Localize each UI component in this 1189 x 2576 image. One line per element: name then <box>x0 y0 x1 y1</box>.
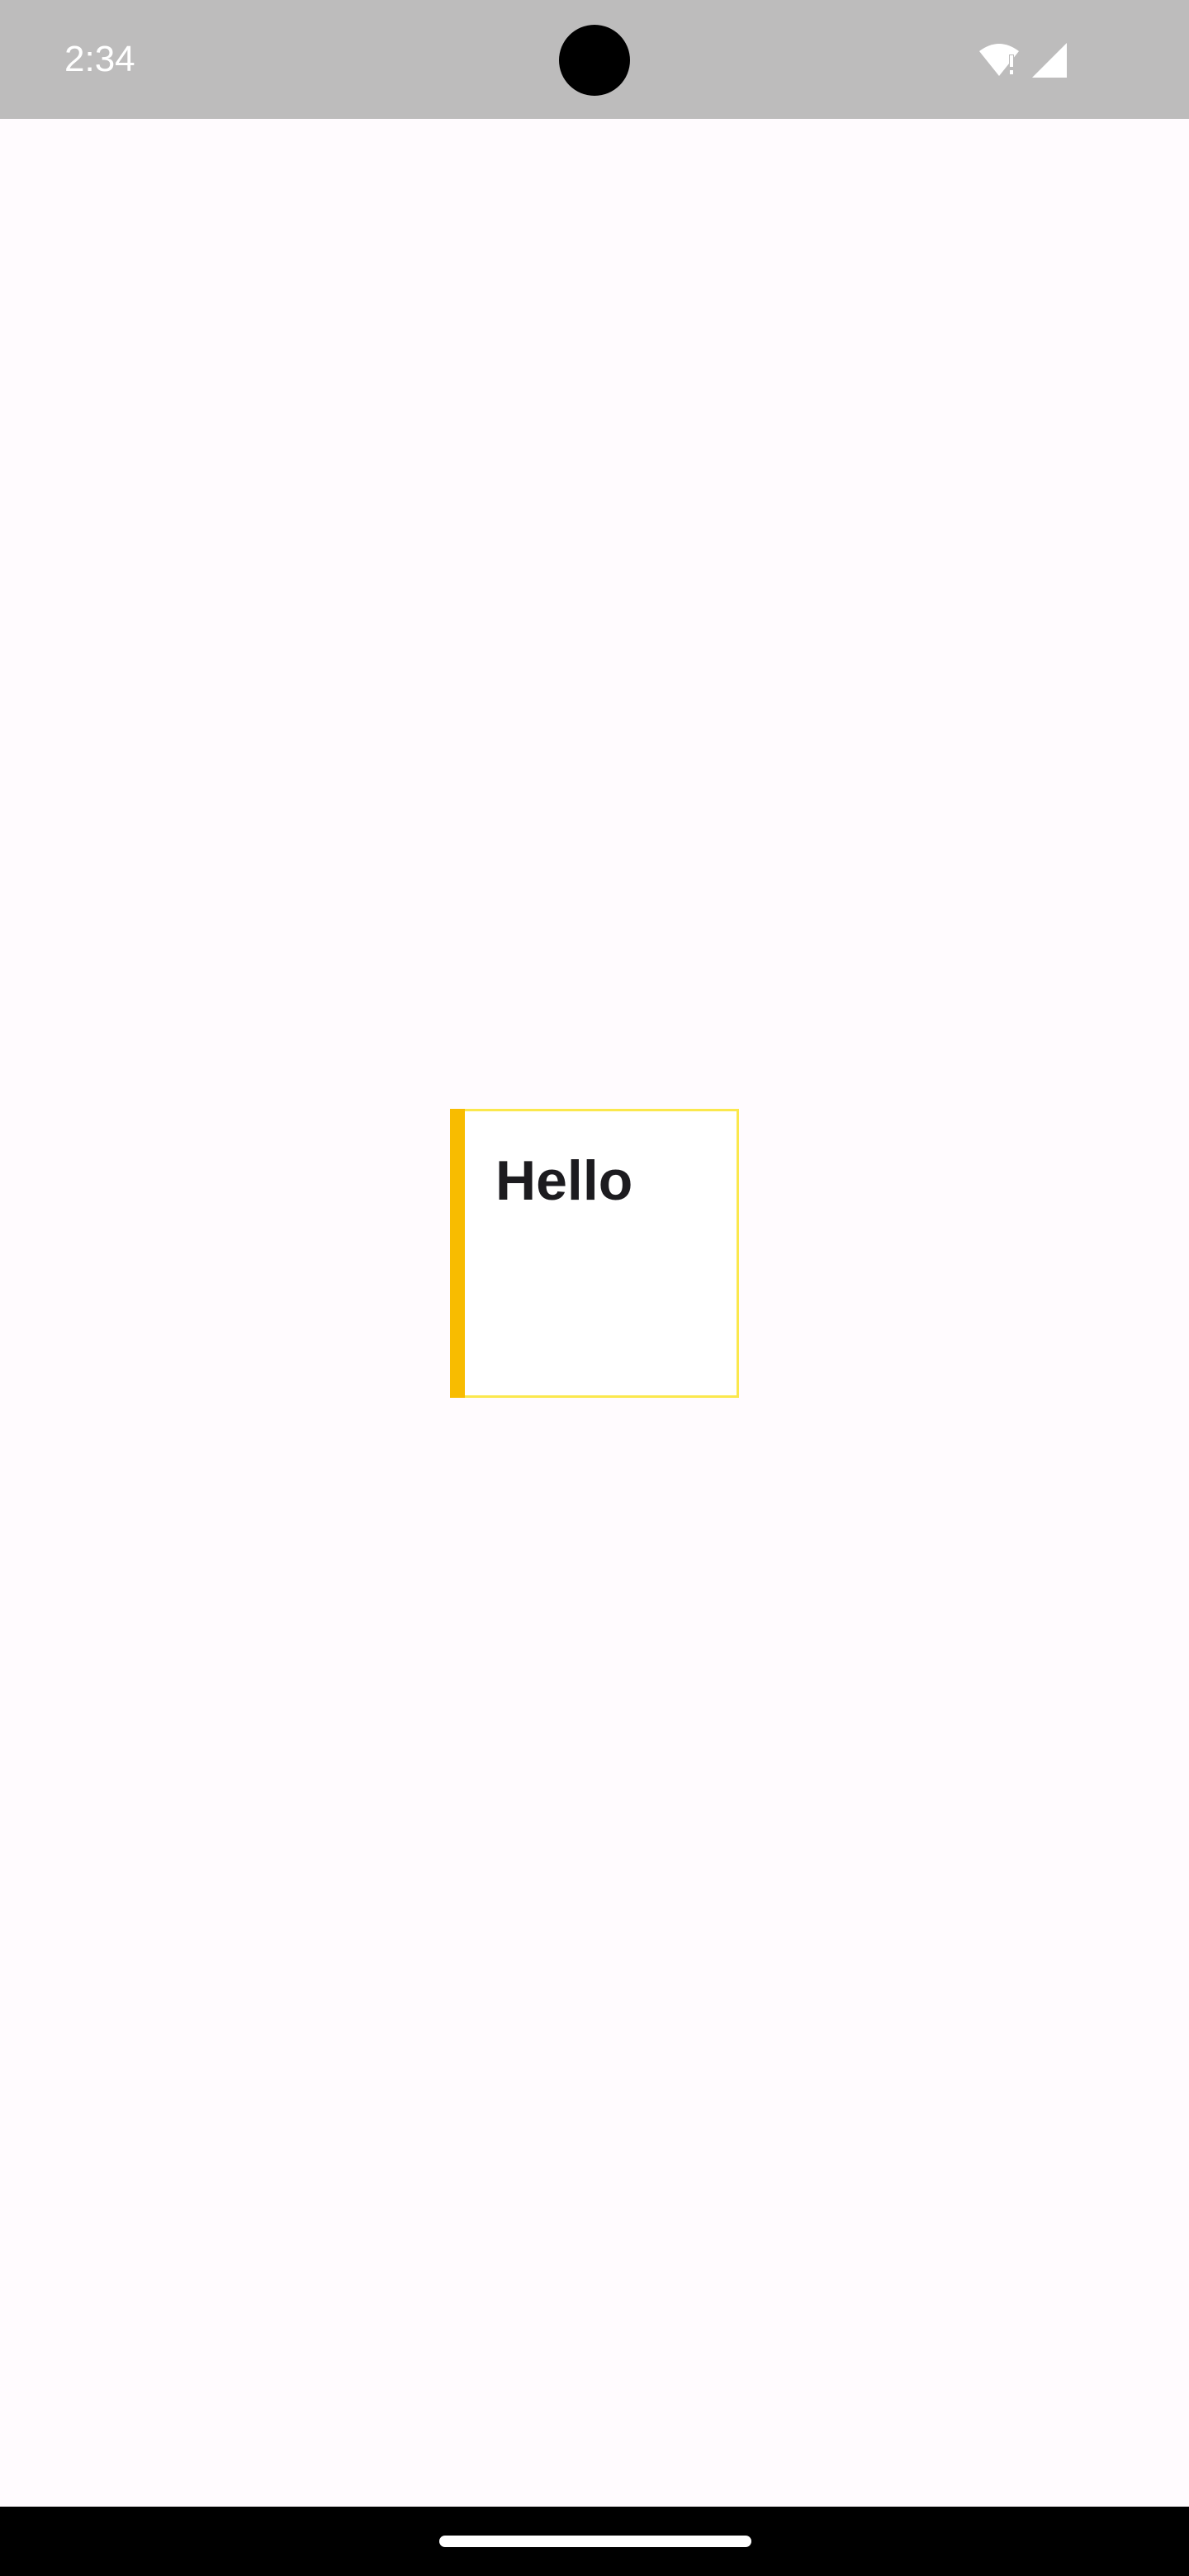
status-time: 2:34 <box>64 39 135 79</box>
navigation-bar <box>0 2507 1189 2576</box>
card-title: Hello <box>495 1149 633 1212</box>
hello-card: Hello <box>450 1109 739 1398</box>
card-accent-bar <box>450 1109 465 1398</box>
status-icons <box>979 41 1067 79</box>
cell-signal-icon <box>1032 43 1067 78</box>
status-bar: 2:34 <box>0 0 1189 119</box>
home-gesture-handle[interactable] <box>439 2536 751 2547</box>
camera-cutout <box>559 25 630 96</box>
wifi-alert-icon <box>979 44 1019 76</box>
